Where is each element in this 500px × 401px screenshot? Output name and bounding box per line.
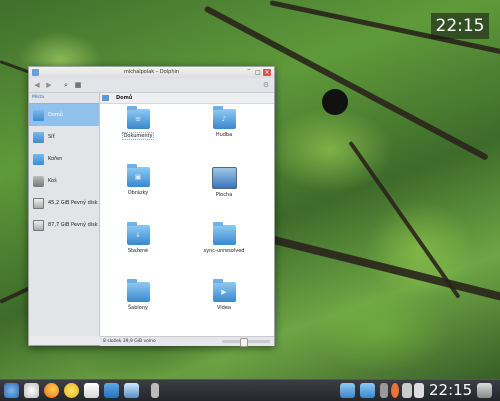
desktop-clock-widget: 22:15 xyxy=(431,13,489,39)
notification-icon[interactable] xyxy=(391,383,399,398)
taskbar-panel: 22:15 xyxy=(0,379,500,401)
window-title: michalpolak – Dolphin xyxy=(123,69,180,75)
folder-item[interactable]: ♪ Hudba xyxy=(194,106,254,138)
back-icon[interactable]: ◀ xyxy=(32,80,42,90)
pictures-folder-icon: ▣ xyxy=(126,164,150,187)
folder-label: Dokumenty xyxy=(121,132,155,140)
folder-label: Šablony xyxy=(128,305,148,311)
root-folder-icon xyxy=(33,153,44,165)
maximize-icon[interactable]: □ xyxy=(254,69,262,76)
folder-label: Obrázky xyxy=(127,190,149,196)
sidebar-item-root[interactable]: Kořen xyxy=(29,148,99,170)
hard-disk-icon xyxy=(33,197,44,209)
volume-icon[interactable] xyxy=(402,383,412,398)
status-bar: 8 složek 39,9 GiB volno xyxy=(100,336,274,347)
folder-icon[interactable] xyxy=(360,383,375,398)
documents-folder-icon: ≡ xyxy=(126,106,150,129)
system-monitor-icon[interactable] xyxy=(124,383,139,398)
sidebar-item-home[interactable]: Domů xyxy=(29,104,99,126)
sidebar-item-label: Koš xyxy=(48,178,57,184)
dolphin-window[interactable]: michalpolak – Dolphin ‾ □ × ◀ ▶ ⌕ ▦ ⚙ Mí… xyxy=(28,66,275,347)
zoom-slider-handle[interactable] xyxy=(240,338,248,347)
breadcrumb[interactable]: Domů xyxy=(100,93,274,104)
trash-icon xyxy=(33,175,44,187)
places-panel-label: Místa xyxy=(29,93,99,104)
network-icon[interactable] xyxy=(380,383,388,398)
sidebar-item-trash[interactable]: Koš xyxy=(29,170,99,192)
folder-icon[interactable] xyxy=(340,383,355,398)
sidebar-item-label: 87,7 GiB Pevný disk xyxy=(48,222,98,228)
sidebar-item-label: Síť xyxy=(48,134,55,140)
sidebar-item-label: Kořen xyxy=(48,156,63,162)
mail-icon[interactable] xyxy=(84,383,99,398)
close-icon[interactable]: × xyxy=(263,69,271,76)
home-folder-icon xyxy=(33,109,44,121)
media-player-icon[interactable] xyxy=(104,383,119,398)
videos-folder-icon: ▶ xyxy=(212,279,236,302)
sidebar-item-label: Domů xyxy=(48,112,63,118)
file-view[interactable]: Domů ≡ Dokumenty ♪ Hudba ▣ Obrázky Ploch… xyxy=(100,93,274,336)
folder-label: Stažené xyxy=(127,248,149,254)
places-panel: Místa Domů Síť Kořen Koš 45,2 GiB Pevný … xyxy=(29,93,100,336)
folder-item[interactable]: Plocha xyxy=(194,167,254,198)
network-folder-icon xyxy=(33,131,44,143)
battery-icon[interactable] xyxy=(414,383,424,398)
hard-disk-icon xyxy=(33,219,44,231)
view-mode-icon[interactable]: ▦ xyxy=(73,80,83,90)
downloads-folder-icon: ↓ xyxy=(126,222,150,245)
dolphin-app-icon[interactable] xyxy=(32,69,39,76)
folder-item[interactable]: ▣ Obrázky xyxy=(108,164,168,196)
title-bar[interactable]: michalpolak – Dolphin ‾ □ × xyxy=(29,67,274,78)
panel-clock[interactable]: 22:15 xyxy=(429,380,472,401)
music-folder-icon: ♪ xyxy=(212,106,236,129)
folder-label: Videa xyxy=(216,305,231,311)
folder-item[interactable]: sync-unresolved xyxy=(194,222,254,254)
device-icon[interactable] xyxy=(151,383,159,398)
folder-item[interactable]: ≡ Dokumenty xyxy=(108,106,168,140)
folder-icon xyxy=(212,222,236,245)
sidebar-item-disk-2[interactable]: 87,7 GiB Pevný disk xyxy=(29,214,99,236)
kickoff-icon[interactable] xyxy=(4,383,19,398)
status-text: 8 složek 39,9 GiB volno xyxy=(103,339,156,344)
sidebar-item-label: 45,2 GiB Pevný disk xyxy=(48,200,98,206)
forward-icon[interactable]: ▶ xyxy=(44,80,54,90)
desktop-folder-icon xyxy=(211,167,237,189)
toolbar: ◀ ▶ ⌕ ▦ ⚙ xyxy=(29,78,274,93)
zoom-slider[interactable] xyxy=(222,338,270,347)
folder-item[interactable]: Šablony xyxy=(108,279,168,311)
breadcrumb-current[interactable]: Domů xyxy=(116,93,132,103)
menu-icon[interactable]: ⚙ xyxy=(261,80,271,90)
templates-folder-icon xyxy=(126,279,150,302)
folder-label: Plocha xyxy=(215,192,233,198)
branch xyxy=(269,235,500,301)
folder-label: Hudba xyxy=(215,132,233,138)
search-icon[interactable]: ⌕ xyxy=(61,80,71,90)
minimize-icon[interactable]: ‾ xyxy=(245,69,253,76)
folder-label: sync-unresolved xyxy=(203,248,245,254)
sidebar-item-network[interactable]: Síť xyxy=(29,126,99,148)
chat-icon[interactable] xyxy=(64,383,79,398)
folder-item[interactable]: ▶ Videa xyxy=(194,279,254,311)
sidebar-item-disk-1[interactable]: 45,2 GiB Pevný disk xyxy=(29,192,99,214)
folder-item[interactable]: ↓ Stažené xyxy=(108,222,168,254)
firefox-icon[interactable] xyxy=(44,383,59,398)
dark-spot xyxy=(322,89,348,115)
places-icon[interactable] xyxy=(102,95,109,101)
trash-icon[interactable] xyxy=(477,383,492,398)
file-manager-icon[interactable] xyxy=(24,383,39,398)
